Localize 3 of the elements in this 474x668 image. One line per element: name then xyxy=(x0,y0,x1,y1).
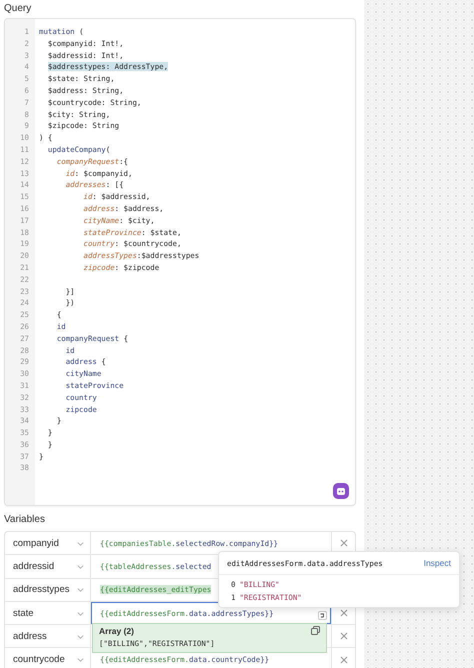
section-title: Query xyxy=(4,2,32,16)
preview-title: Array (2) xyxy=(99,626,134,636)
section-title: Variables xyxy=(4,513,46,527)
